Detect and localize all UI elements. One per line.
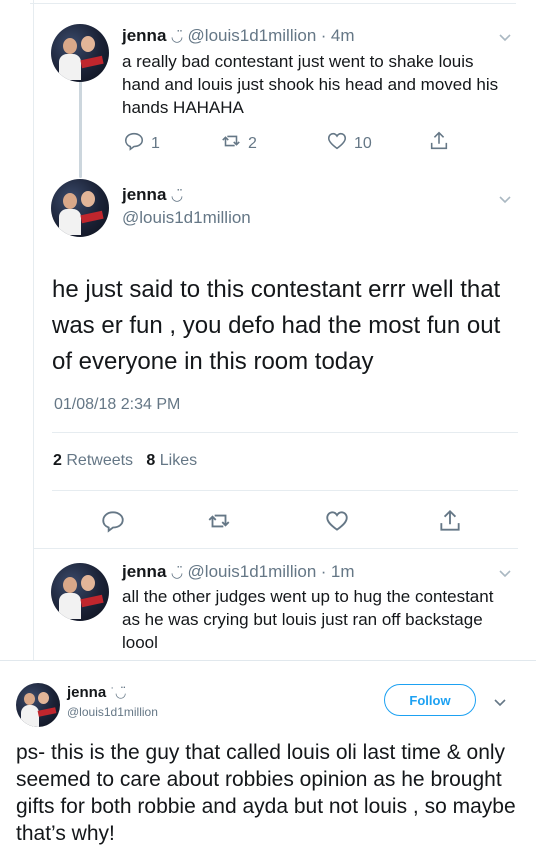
retweet-button[interactable]: 2 [220, 130, 257, 157]
retweet-icon [220, 130, 242, 157]
top-divider [30, 0, 516, 4]
user-handle[interactable]: @louis1d1million [122, 208, 251, 228]
retweets-stat[interactable]: 2 Retweets [53, 452, 133, 469]
tweet-text: all the other judges went up to hug the … [122, 587, 494, 652]
likes-label: Likes [159, 452, 198, 469]
tweet-1-header: jenna ◡̈ @louis1d1million · 4m [122, 26, 355, 46]
share-icon [428, 130, 450, 157]
share-icon [437, 508, 463, 539]
reply-count: 1 [151, 134, 160, 152]
tweet-2-name-row: jenna ◡̈ [122, 185, 183, 205]
follow-button[interactable]: Follow [384, 684, 476, 716]
user-name[interactable]: jenna [122, 562, 166, 581]
panel-left-border [33, 0, 34, 660]
tweet-text: he just said to this contestant errr wel… [52, 276, 501, 375]
like-button[interactable]: 10 [326, 130, 372, 157]
chevron-down-icon[interactable] [493, 695, 507, 709]
like-button[interactable] [324, 508, 350, 539]
likes-stat[interactable]: 8 Likes [146, 452, 197, 469]
thread-connector-line [79, 74, 82, 178]
retweet-count: 2 [248, 134, 257, 152]
name-emoji: ◡̈ [170, 187, 184, 203]
retweet-button[interactable] [206, 508, 232, 539]
reply-button[interactable] [100, 508, 126, 539]
avatar[interactable] [51, 24, 109, 82]
retweets-count: 2 [53, 452, 62, 469]
avatar[interactable] [16, 683, 60, 727]
tweet-4-name-row: jenna ˙◡̈ [67, 684, 126, 702]
reply-icon [123, 130, 145, 157]
chevron-down-icon[interactable] [498, 30, 512, 44]
avatar[interactable] [51, 179, 109, 237]
user-name[interactable]: jenna [67, 684, 106, 701]
like-count: 10 [354, 134, 372, 152]
avatar[interactable] [51, 563, 109, 621]
like-icon [324, 508, 350, 539]
tweet-text: a really bad contestant just went to sha… [122, 52, 499, 117]
reply-icon [100, 508, 126, 539]
divider [33, 548, 518, 549]
engagement-stats: 2 Retweets 8 Likes [53, 452, 197, 470]
like-icon [326, 130, 348, 157]
likes-count: 8 [146, 452, 156, 469]
user-handle[interactable]: @louis1d1million [188, 26, 317, 45]
name-emoji: ◡̈ [170, 564, 184, 580]
thread-panel: jenna ◡̈ @louis1d1million · 4m a really … [0, 0, 536, 660]
user-name[interactable]: jenna [122, 185, 166, 204]
tweet-text: ps- this is the guy that called louis ol… [16, 741, 516, 845]
name-emoji: ◡̈ [170, 28, 184, 44]
separator-dot: · [320, 26, 327, 45]
tweet-3-header: jenna ◡̈ @louis1d1million · 1m [122, 562, 355, 582]
user-handle[interactable]: @louis1d1million [188, 562, 317, 581]
chevron-down-icon[interactable] [498, 566, 512, 580]
separator-dot: · [320, 562, 327, 581]
tweet-timestamp[interactable]: 01/08/18 2:34 PM [54, 396, 180, 414]
name-emoji: ˙◡̈ [110, 685, 127, 700]
user-name[interactable]: jenna [122, 26, 166, 45]
retweet-icon [206, 508, 232, 539]
chevron-down-icon[interactable] [498, 192, 512, 206]
divider [52, 490, 518, 491]
share-button[interactable] [437, 508, 463, 539]
tweet-time[interactable]: 4m [331, 26, 355, 45]
share-button[interactable] [428, 130, 450, 157]
divider [52, 432, 518, 433]
tweet-time[interactable]: 1m [331, 562, 355, 581]
user-handle[interactable]: @louis1d1million [67, 705, 158, 719]
retweets-label: Retweets [66, 452, 134, 469]
reply-button[interactable]: 1 [123, 130, 160, 157]
